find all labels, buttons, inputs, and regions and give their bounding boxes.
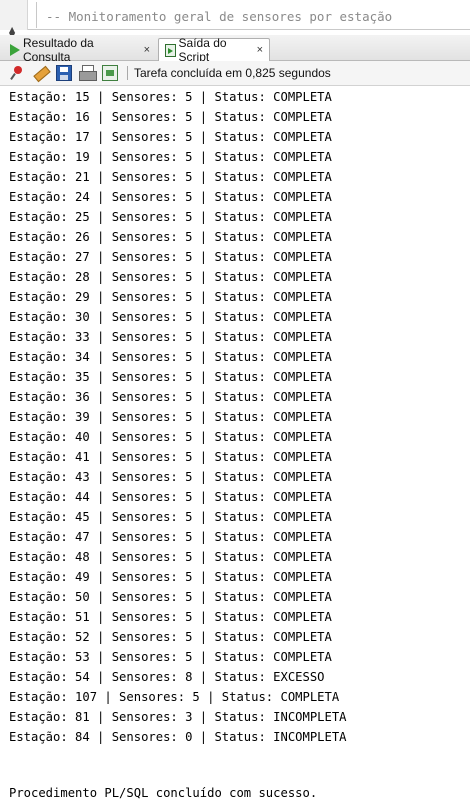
output-line: Estação: 44 | Sensores: 5 | Status: COMP… bbox=[9, 490, 332, 504]
output-line: Estação: 16 | Sensores: 5 | Status: COMP… bbox=[9, 110, 332, 124]
eraser-icon[interactable] bbox=[33, 65, 49, 81]
open-file-icon[interactable] bbox=[102, 65, 118, 81]
output-line: Estação: 48 | Sensores: 5 | Status: COMP… bbox=[9, 550, 332, 564]
output-line: Estação: 50 | Sensores: 5 | Status: COMP… bbox=[9, 590, 332, 604]
task-status-text: Tarefa concluída em 0,825 segundos bbox=[134, 66, 331, 80]
output-line: Estação: 81 | Sensores: 3 | Status: INCO… bbox=[9, 710, 347, 724]
output-line: Estação: 47 | Sensores: 5 | Status: COMP… bbox=[9, 530, 332, 544]
output-line: Estação: 35 | Sensores: 5 | Status: COMP… bbox=[9, 370, 332, 384]
output-line: Estação: 53 | Sensores: 5 | Status: COMP… bbox=[9, 650, 332, 664]
fold-guide bbox=[36, 2, 37, 28]
output-line: Estação: 24 | Sensores: 5 | Status: COMP… bbox=[9, 190, 332, 204]
output-line: Estação: 26 | Sensores: 5 | Status: COMP… bbox=[9, 230, 332, 244]
toolbar-divider bbox=[127, 66, 128, 80]
print-icon[interactable] bbox=[79, 65, 97, 81]
output-line: Estação: 52 | Sensores: 5 | Status: COMP… bbox=[9, 630, 332, 644]
output-line: Estação: 29 | Sensores: 5 | Status: COMP… bbox=[9, 290, 332, 304]
output-line: Estação: 33 | Sensores: 5 | Status: COMP… bbox=[9, 330, 332, 344]
output-tabbar: Resultado da Consulta × Saída do Script … bbox=[0, 35, 470, 64]
output-toolbar: Tarefa concluída em 0,825 segundos bbox=[0, 61, 470, 86]
pin-icon[interactable] bbox=[10, 65, 26, 81]
sql-editor[interactable]: -- Monitoramento geral de sensores por e… bbox=[0, 0, 470, 40]
close-icon[interactable]: × bbox=[257, 44, 263, 56]
script-output-icon bbox=[165, 43, 176, 57]
output-line: Estação: 40 | Sensores: 5 | Status: COMP… bbox=[9, 430, 332, 444]
completion-message: Procedimento PL/SQL concluído com sucess… bbox=[9, 786, 318, 800]
editor-comment-line[interactable]: -- Monitoramento geral de sensores por e… bbox=[46, 9, 392, 24]
output-line: Estação: 21 | Sensores: 5 | Status: COMP… bbox=[9, 170, 332, 184]
save-icon[interactable] bbox=[56, 65, 72, 81]
tab-query-result[interactable]: Resultado da Consulta × bbox=[4, 35, 156, 64]
tab-query-result-label: Resultado da Consulta bbox=[23, 35, 94, 64]
output-line: Estação: 36 | Sensores: 5 | Status: COMP… bbox=[9, 390, 332, 404]
output-line: Estação: 27 | Sensores: 5 | Status: COMP… bbox=[9, 250, 332, 264]
output-line: Estação: 25 | Sensores: 5 | Status: COMP… bbox=[9, 210, 332, 224]
tab-script-output-label: Saída do Script bbox=[178, 36, 227, 64]
output-line: Estação: 17 | Sensores: 5 | Status: COMP… bbox=[9, 130, 332, 144]
output-line: Estação: 34 | Sensores: 5 | Status: COMP… bbox=[9, 350, 332, 364]
output-lines: Estação: 15 | Sensores: 5 | Status: COMP… bbox=[9, 87, 347, 747]
output-line: Estação: 84 | Sensores: 0 | Status: INCO… bbox=[9, 730, 347, 744]
output-line: Estação: 28 | Sensores: 5 | Status: COMP… bbox=[9, 270, 332, 284]
close-icon[interactable]: × bbox=[144, 44, 150, 56]
output-line: Estação: 41 | Sensores: 5 | Status: COMP… bbox=[9, 450, 332, 464]
script-output-panel[interactable]: Estação: 15 | Sensores: 5 | Status: COMP… bbox=[0, 86, 470, 806]
play-icon bbox=[10, 43, 20, 56]
output-line: Estação: 39 | Sensores: 5 | Status: COMP… bbox=[9, 410, 332, 424]
output-line: Estação: 49 | Sensores: 5 | Status: COMP… bbox=[9, 570, 332, 584]
output-line: Estação: 43 | Sensores: 5 | Status: COMP… bbox=[9, 470, 332, 484]
output-line: Estação: 30 | Sensores: 5 | Status: COMP… bbox=[9, 310, 332, 324]
output-line: Estação: 51 | Sensores: 5 | Status: COMP… bbox=[9, 610, 332, 624]
output-line: Estação: 15 | Sensores: 5 | Status: COMP… bbox=[9, 90, 332, 104]
output-line: Estação: 45 | Sensores: 5 | Status: COMP… bbox=[9, 510, 332, 524]
tab-script-output[interactable]: Saída do Script × bbox=[158, 36, 270, 64]
output-line: Estação: 19 | Sensores: 5 | Status: COMP… bbox=[9, 150, 332, 164]
output-line: Estação: 107 | Sensores: 5 | Status: COM… bbox=[9, 690, 340, 704]
output-line: Estação: 54 | Sensores: 8 | Status: EXCE… bbox=[9, 670, 325, 684]
